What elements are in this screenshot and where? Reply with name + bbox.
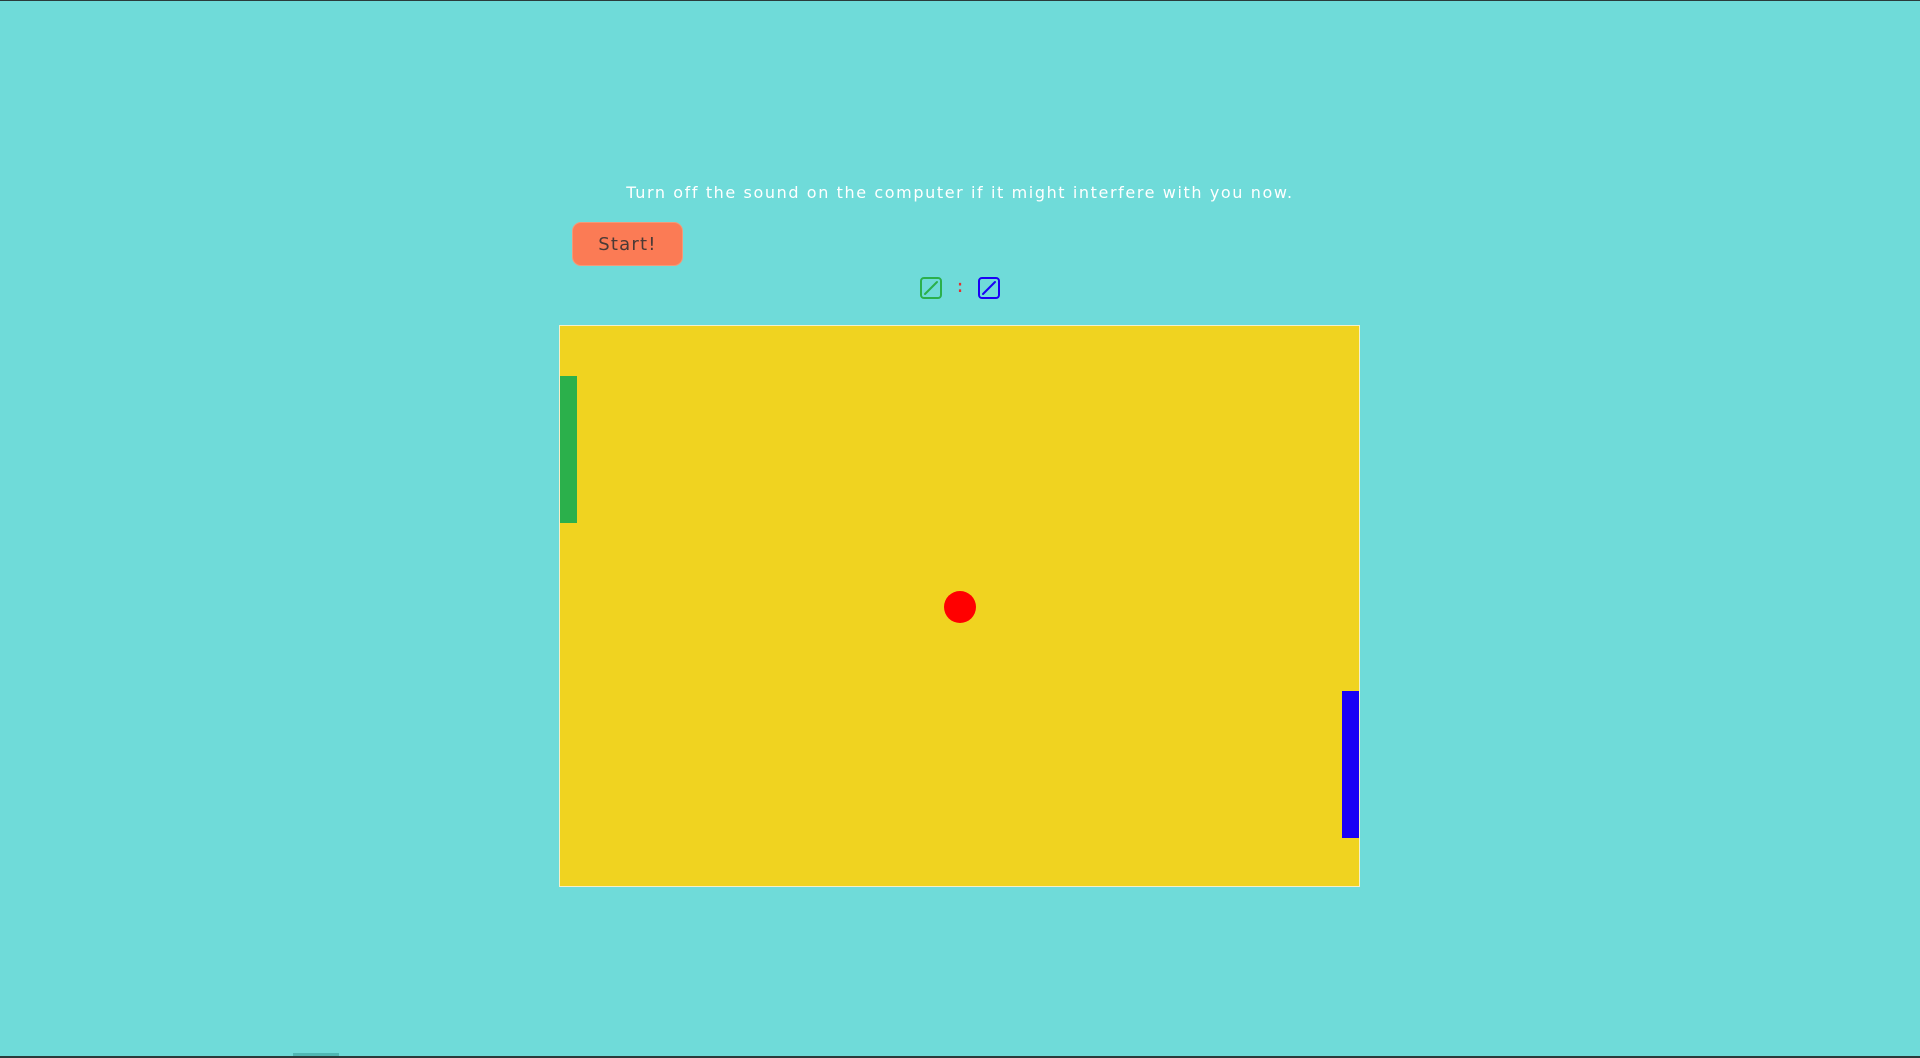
- left-paddle: [560, 376, 577, 523]
- left-score-icon: [919, 277, 942, 299]
- top-border: [0, 0, 1920, 1]
- bottom-tab: [293, 1053, 339, 1056]
- ball: [944, 591, 976, 623]
- game-court: [559, 325, 1360, 887]
- right-score-icon: [978, 277, 1001, 299]
- start-button[interactable]: Start!: [572, 222, 683, 266]
- score-separator: :: [954, 276, 966, 297]
- sound-notice: Turn off the sound on the computer if it…: [626, 183, 1294, 202]
- right-paddle: [1342, 691, 1359, 838]
- scoreboard: :: [0, 273, 1920, 303]
